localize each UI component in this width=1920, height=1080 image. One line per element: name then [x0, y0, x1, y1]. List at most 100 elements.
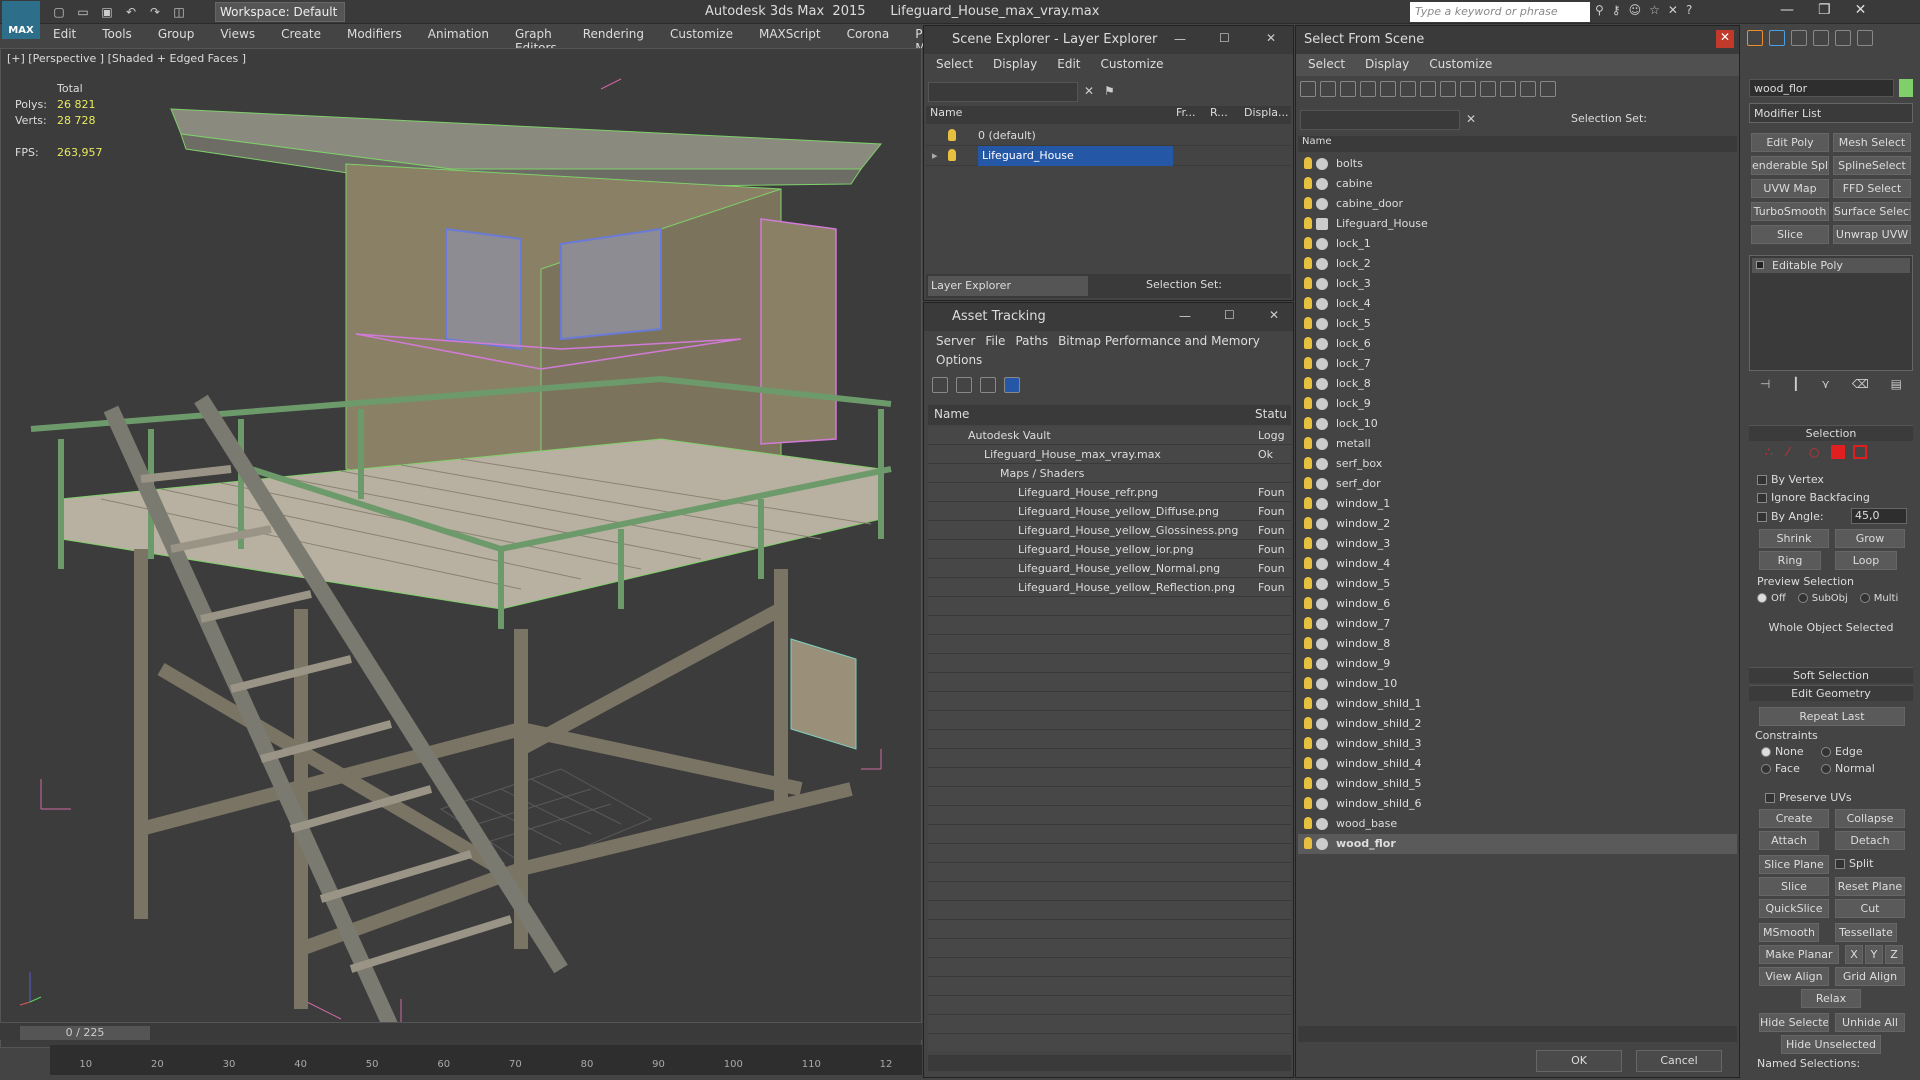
- soft-selection-rollout-header[interactable]: Soft Selection: [1749, 667, 1913, 683]
- asset-row[interactable]: Lifeguard_House_yellow_Normal.png Foun: [928, 559, 1291, 578]
- bones-filter-icon[interactable]: [1460, 81, 1476, 97]
- menu-select[interactable]: Select: [1308, 57, 1345, 73]
- menu-server[interactable]: Server: [936, 334, 975, 350]
- open-file-icon[interactable]: ▭: [74, 3, 92, 21]
- column-name[interactable]: Name: [928, 405, 1251, 425]
- asset-row[interactable]: Lifeguard_House_yellow_Reflection.png Fou…: [928, 578, 1291, 597]
- utilities-tab-icon[interactable]: [1857, 30, 1873, 46]
- key-icon[interactable]: ⚷: [1612, 3, 1621, 17]
- by-angle-checkbox[interactable]: By Angle:: [1757, 510, 1824, 523]
- ok-button[interactable]: OK: [1536, 1050, 1622, 1072]
- loop-button[interactable]: Loop: [1835, 551, 1897, 570]
- detach-button[interactable]: Detach: [1835, 831, 1905, 850]
- help-icon[interactable]: ?: [1686, 3, 1692, 17]
- app-logo[interactable]: MAX: [2, 1, 40, 39]
- menu-graph-editors[interactable]: Graph Editors: [502, 24, 570, 55]
- column-display[interactable]: Displa...: [1244, 106, 1290, 124]
- grid-align-button[interactable]: Grid Align: [1835, 967, 1905, 986]
- attach-button[interactable]: Attach: [1759, 831, 1819, 850]
- list-item[interactable]: window_6: [1298, 594, 1737, 614]
- edge-icon[interactable]: ⁄: [1787, 445, 1801, 459]
- scene-explorer-search-input[interactable]: [928, 82, 1078, 102]
- reset-plane-button[interactable]: Reset Plane: [1835, 877, 1905, 896]
- list-item[interactable]: cabine_door: [1298, 194, 1737, 214]
- list-item[interactable]: lock_4: [1298, 294, 1737, 314]
- slice-button[interactable]: Slice: [1759, 877, 1829, 896]
- planar-z-button[interactable]: Z: [1885, 945, 1903, 964]
- cameras-filter-icon[interactable]: [1360, 81, 1376, 97]
- list-item[interactable]: window_shild_5: [1298, 774, 1737, 794]
- unwrap-uvw-button[interactable]: Unwrap UVW: [1833, 225, 1911, 244]
- turbosmooth-button[interactable]: TurboSmooth: [1751, 202, 1829, 221]
- redo-icon[interactable]: ↷: [146, 3, 164, 21]
- split-checkbox[interactable]: Split: [1835, 857, 1873, 870]
- menu-rendering[interactable]: Rendering: [570, 24, 657, 46]
- asset-row[interactable]: Lifeguard_House_yellow_Glossiness.png Fou…: [928, 521, 1291, 540]
- menu-bitmap-performance[interactable]: Bitmap Performance and Memory: [1058, 334, 1260, 350]
- list-item[interactable]: window_9: [1298, 654, 1737, 674]
- planar-y-button[interactable]: Y: [1865, 945, 1883, 964]
- slice-button[interactable]: Slice: [1751, 225, 1829, 244]
- menu-customize[interactable]: Customize: [1101, 57, 1164, 73]
- menu-create[interactable]: Create: [268, 24, 334, 46]
- vertex-icon[interactable]: ∴: [1765, 445, 1779, 459]
- list-item[interactable]: metall: [1298, 434, 1737, 454]
- containers-filter-icon[interactable]: [1480, 81, 1496, 97]
- hidden-filter-icon[interactable]: [1520, 81, 1536, 97]
- lights-filter-icon[interactable]: [1340, 81, 1356, 97]
- constraint-face-radio[interactable]: Face: [1761, 762, 1821, 775]
- filter-icon[interactable]: ⚑: [1104, 84, 1115, 98]
- menu-tools[interactable]: Tools: [89, 24, 145, 46]
- search-input[interactable]: Type a keyword or phrase: [1410, 2, 1590, 22]
- column-freeze[interactable]: Fr...: [1176, 106, 1210, 124]
- menu-views[interactable]: Views: [207, 24, 268, 46]
- hide-unselected-button[interactable]: Hide Unselected: [1781, 1035, 1881, 1054]
- close-icon[interactable]: ✕: [1716, 30, 1734, 48]
- list-item[interactable]: lock_7: [1298, 354, 1737, 374]
- unhide-all-button[interactable]: Unhide All: [1835, 1013, 1905, 1032]
- list-item[interactable]: serf_box: [1298, 454, 1737, 474]
- lifeguard-house-model[interactable]: [1, 49, 922, 1039]
- configure-modifier-sets-icon[interactable]: ▤: [1891, 377, 1902, 397]
- lightbulb-icon[interactable]: [948, 149, 956, 161]
- constraint-none-radio[interactable]: None: [1761, 745, 1821, 758]
- menu-modifiers[interactable]: Modifiers: [334, 24, 415, 46]
- list-item[interactable]: window_2: [1298, 514, 1737, 534]
- list-item[interactable]: window_1: [1298, 494, 1737, 514]
- list-item[interactable]: window_shild_6: [1298, 794, 1737, 814]
- star-icon[interactable]: ☆: [1649, 3, 1660, 17]
- column-render[interactable]: R...: [1210, 106, 1244, 124]
- list-item[interactable]: window_shild_1: [1298, 694, 1737, 714]
- modifier-list-dropdown[interactable]: Modifier List: [1749, 103, 1913, 123]
- xrefs-filter-icon[interactable]: [1440, 81, 1456, 97]
- geometry-filter-icon[interactable]: [1300, 81, 1316, 97]
- list-item[interactable]: window_shild_4: [1298, 754, 1737, 774]
- table-view-icon[interactable]: [1004, 377, 1020, 393]
- asset-row[interactable]: Autodesk Vault Logg: [928, 426, 1291, 445]
- menu-paths[interactable]: Paths: [1015, 334, 1048, 350]
- horizontal-scrollbar[interactable]: [1298, 1026, 1737, 1042]
- make-planar-button[interactable]: Make Planar: [1759, 945, 1839, 964]
- motion-tab-icon[interactable]: [1813, 30, 1829, 46]
- by-angle-spinner[interactable]: 45,0: [1851, 508, 1907, 524]
- modifier-stack[interactable]: Editable Poly: [1749, 255, 1913, 371]
- column-name[interactable]: Name: [1298, 136, 1737, 152]
- menu-select[interactable]: Select: [936, 57, 973, 73]
- select-search-input[interactable]: [1300, 110, 1460, 130]
- preview-subobj-radio[interactable]: SubObj: [1797, 593, 1848, 604]
- lightbulb-icon[interactable]: [948, 129, 956, 141]
- menu-file[interactable]: File: [985, 334, 1005, 350]
- minimize-icon[interactable]: —: [1780, 2, 1794, 18]
- menu-animation[interactable]: Animation: [415, 24, 502, 46]
- list-item[interactable]: window_10: [1298, 674, 1737, 694]
- make-unique-icon[interactable]: ⋎: [1821, 377, 1830, 397]
- tessellate-button[interactable]: Tessellate: [1835, 923, 1897, 942]
- modify-tab-icon[interactable]: [1769, 30, 1785, 46]
- list-item[interactable]: window_5: [1298, 574, 1737, 594]
- remove-modifier-icon[interactable]: ⌫: [1852, 377, 1869, 397]
- object-color-swatch[interactable]: [1899, 79, 1913, 97]
- asset-row[interactable]: Lifeguard_House_refr.png Foun: [928, 483, 1291, 502]
- edit-geometry-rollout-header[interactable]: Edit Geometry: [1749, 685, 1913, 701]
- workspace-dropdown[interactable]: Workspace: Default: [215, 2, 345, 22]
- surface-select-button[interactable]: Surface Select: [1833, 202, 1911, 221]
